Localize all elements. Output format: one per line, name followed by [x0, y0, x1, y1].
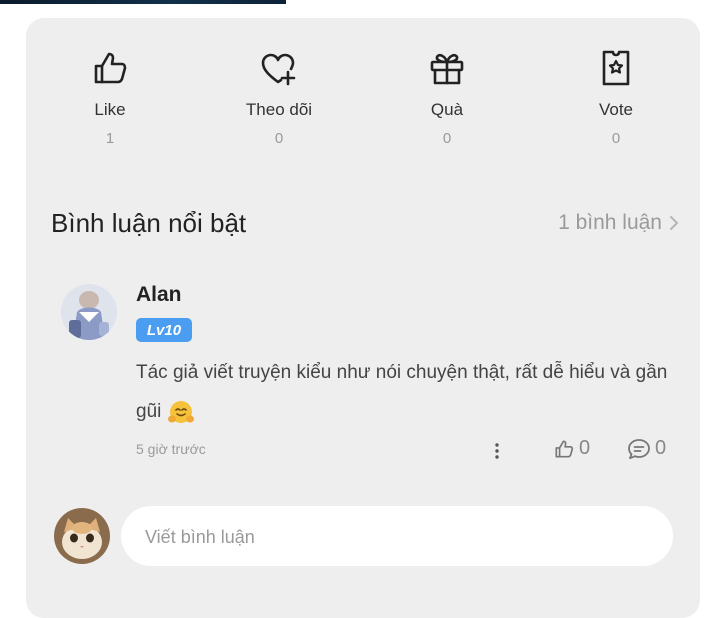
anime-avatar-image — [61, 284, 117, 340]
follow-stat[interactable]: Theo dõi 0 — [209, 48, 349, 147]
comment-reply-count: 0 — [655, 437, 667, 459]
more-options-icon[interactable] — [488, 441, 506, 461]
gift-stat[interactable]: Quà 0 — [377, 48, 517, 147]
vote-ticket-icon — [602, 50, 630, 86]
speech-bubble-icon — [628, 438, 650, 459]
current-user-avatar — [54, 508, 110, 564]
chevron-right-icon — [670, 216, 678, 230]
stats-row: Like 1 Theo dõi 0 Quà 0 Vote 0 — [26, 48, 700, 178]
gift-label: Quà — [430, 100, 464, 119]
level-badge: Lv10 — [136, 318, 192, 342]
vote-label: Vote — [598, 100, 634, 119]
comment-body: Tác giả viết truyện kiểu như nói chuyện … — [136, 353, 681, 431]
comment-input[interactable] — [143, 506, 647, 568]
hugging-face-emoji — [168, 400, 195, 423]
comment-count-label: 1 bình luận — [558, 211, 662, 234]
comment-reply-button[interactable]: 0 — [627, 437, 666, 460]
follow-count: 0 — [274, 130, 284, 147]
follow-label: Theo dõi — [245, 100, 313, 119]
vote-stat[interactable]: Vote 0 — [546, 48, 686, 147]
comment-composer[interactable] — [121, 506, 673, 568]
comment-like-count: 0 — [579, 437, 591, 459]
comment-timestamp: 5 giờ trước — [136, 441, 206, 457]
thumbs-up-icon — [555, 439, 574, 458]
gift-icon — [430, 53, 464, 85]
thumbs-up-icon — [94, 52, 127, 84]
interaction-card: Like 1 Theo dõi 0 Quà 0 Vote 0 Bình luận… — [26, 18, 700, 618]
banner-image-strip — [0, 0, 286, 4]
heart-plus-icon — [261, 53, 296, 86]
comment-text: Tác giả viết truyện kiểu như nói chuyện … — [136, 362, 668, 422]
vote-count: 0 — [611, 130, 621, 147]
comment-like-button[interactable]: 0 — [553, 437, 590, 460]
section-title: Bình luận nổi bật — [51, 208, 247, 238]
gift-count: 0 — [442, 130, 452, 147]
like-count: 1 — [105, 130, 115, 147]
comment-author[interactable]: Alan — [136, 283, 182, 307]
all-comments-link[interactable]: 1 bình luận — [558, 211, 680, 235]
cat-avatar-image — [54, 508, 110, 564]
like-stat[interactable]: Like 1 — [40, 48, 180, 147]
like-label: Like — [94, 100, 126, 119]
commenter-avatar[interactable] — [61, 284, 117, 340]
